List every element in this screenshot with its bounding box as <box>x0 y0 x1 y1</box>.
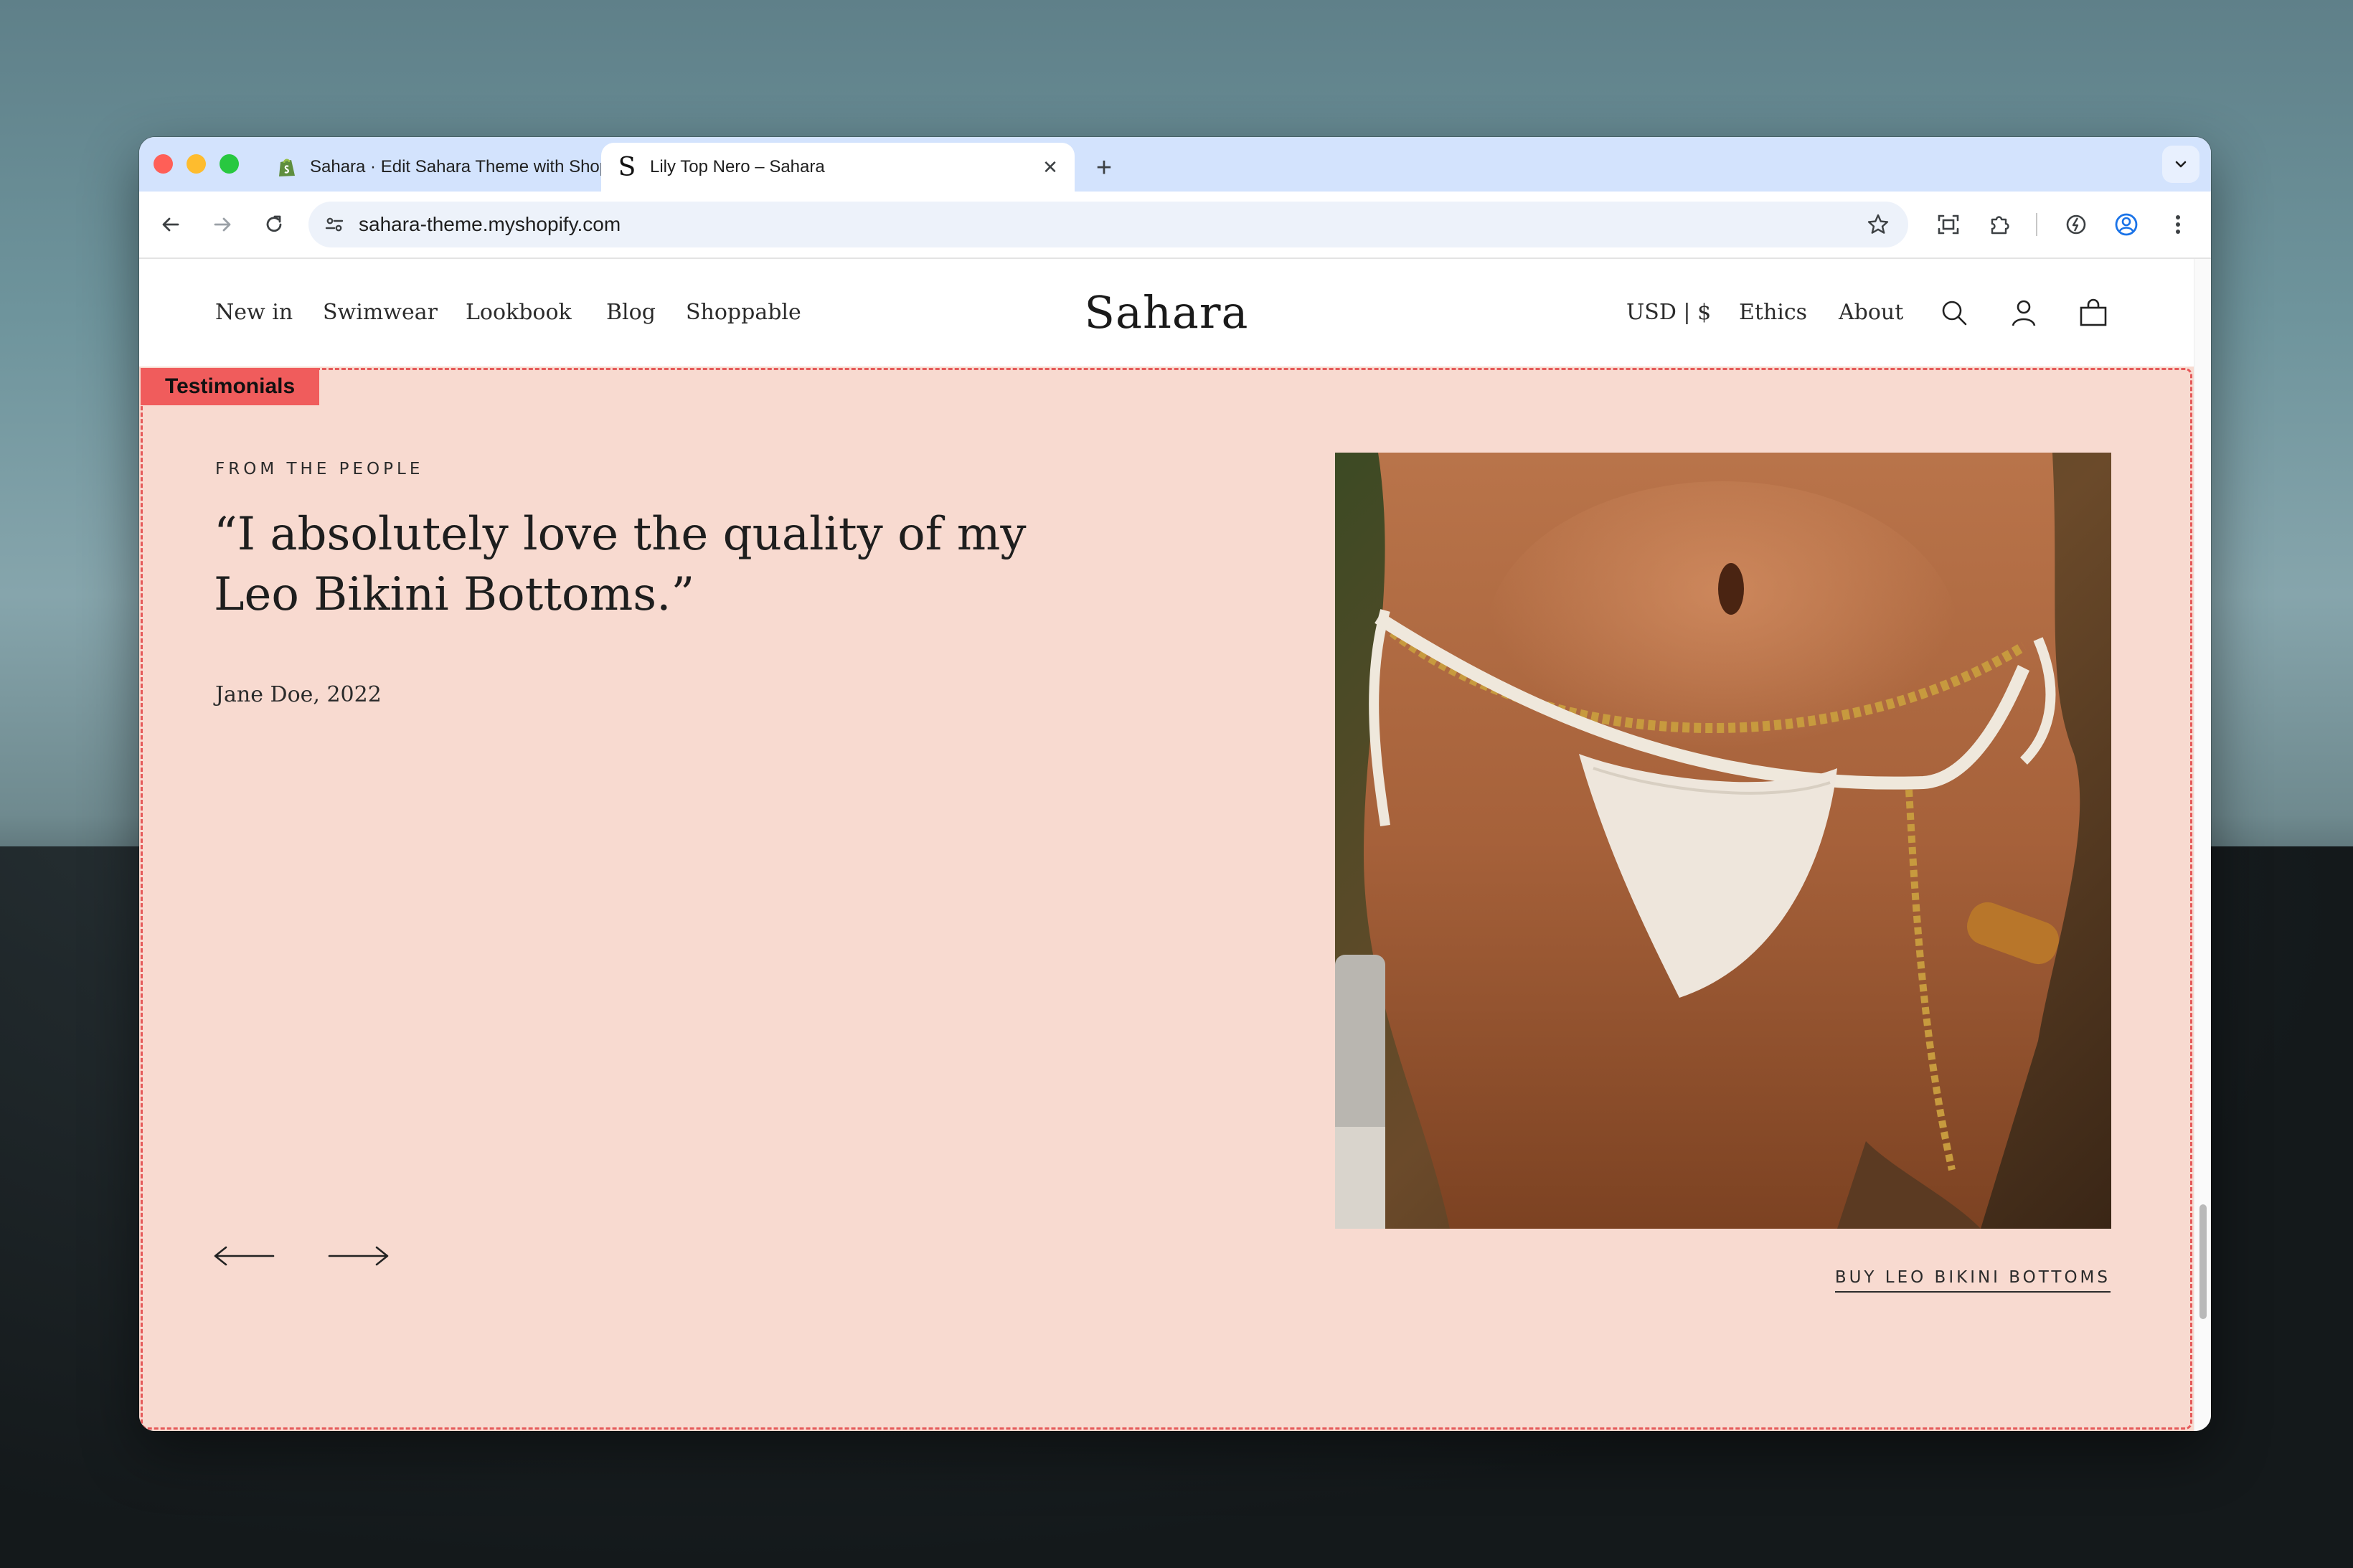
bookmark-star-icon[interactable] <box>1864 210 1892 239</box>
minimize-window-button[interactable] <box>187 154 206 174</box>
browser-menu-icon[interactable] <box>2158 204 2198 245</box>
reload-button[interactable] <box>254 204 294 245</box>
sahara-s-icon: S <box>618 152 636 182</box>
bag-icon[interactable] <box>2073 293 2113 333</box>
reload-icon <box>266 215 282 232</box>
scrollbar-thumb[interactable] <box>2199 1204 2207 1319</box>
close-window-button[interactable] <box>154 154 173 174</box>
testimonial-quote: “I absolutely love the quality of my Leo… <box>214 508 1027 621</box>
testimonials-section[interactable]: Testimonials FROM THE PEOPLE “I absolute… <box>139 367 2194 1431</box>
currency-selector[interactable]: USD | $ <box>1626 259 1711 367</box>
nav-ethics[interactable]: Ethics <box>1739 259 1807 367</box>
next-testimonial-button[interactable] <box>323 1234 395 1277</box>
screenshot-icon[interactable] <box>1928 204 1968 245</box>
tab-lily-top[interactable]: S Lily Top Nero – Sahara ✕ <box>601 143 1075 192</box>
site-header: New in Swimwear Lookbook Blog Shoppable … <box>139 259 2194 367</box>
arrow-left-icon <box>214 1246 275 1266</box>
buy-product-link[interactable]: BUY LEO BIKINI BOTTOMS <box>1834 1268 2111 1293</box>
tab-strip: Sahara · Edit Sahara Theme with Shopify … <box>139 137 2211 192</box>
maximize-window-button[interactable] <box>220 154 239 174</box>
address-bar[interactable]: sahara-theme.myshopify.com <box>308 202 1908 247</box>
search-icon[interactable] <box>1934 293 1974 333</box>
browser-toolbar: sahara-theme.myshopify.com <box>139 192 2211 259</box>
back-button[interactable] <box>151 204 191 245</box>
tab-title: Lily Top Nero – Sahara <box>650 157 825 176</box>
new-tab-button[interactable]: + <box>1085 148 1123 187</box>
back-arrow-icon <box>162 217 179 232</box>
web-page: New in Swimwear Lookbook Blog Shoppable … <box>139 259 2194 1431</box>
arrow-right-icon <box>328 1246 389 1266</box>
editor-section-tag[interactable]: Testimonials <box>141 368 320 405</box>
chevron-down-icon <box>2175 161 2187 168</box>
url-text: sahara-theme.myshopify.com <box>359 213 621 235</box>
testimonial-eyebrow: FROM THE PEOPLE <box>215 460 424 478</box>
toolbar-divider <box>2036 213 2037 236</box>
close-tab-icon[interactable]: ✕ <box>1036 153 1065 181</box>
forward-arrow-icon <box>214 217 231 232</box>
account-icon[interactable] <box>2004 293 2044 333</box>
forward-button[interactable] <box>202 204 242 245</box>
testimonial-author: Jane Doe, 2022 <box>215 682 382 707</box>
previous-testimonial-button[interactable] <box>208 1234 280 1277</box>
profile-icon[interactable] <box>2106 204 2146 245</box>
shopify-icon <box>275 156 298 179</box>
site-settings-icon[interactable] <box>321 212 347 237</box>
tab-search-button[interactable] <box>2162 146 2199 183</box>
browser-window: Sahara · Edit Sahara Theme with Shopify … <box>139 137 2211 1431</box>
extensions-puzzle-icon[interactable] <box>1980 204 2020 245</box>
performance-icon[interactable] <box>2056 204 2096 245</box>
nav-about[interactable]: About <box>1839 259 1903 367</box>
testimonial-product-photo <box>1335 453 2111 1229</box>
